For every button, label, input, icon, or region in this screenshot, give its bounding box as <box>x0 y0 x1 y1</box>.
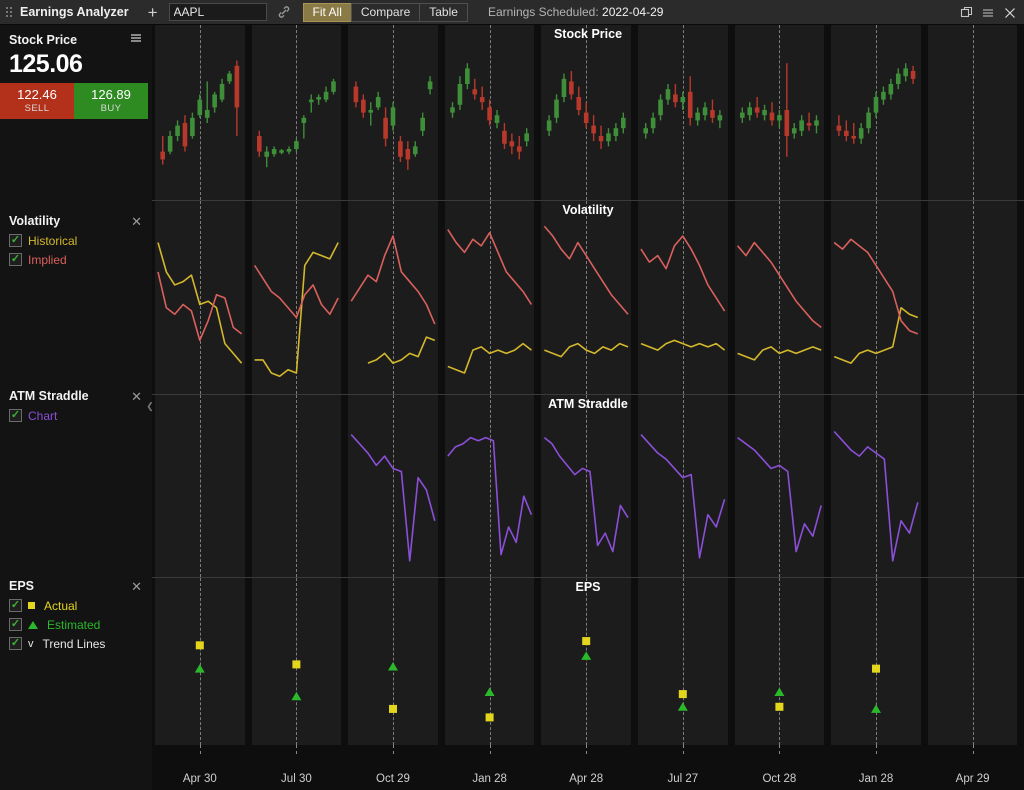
stock-price-header: Stock Price <box>0 25 152 51</box>
eps-close-icon[interactable]: ✕ <box>130 580 143 593</box>
title-bar: Earnings Analyzer + Fit All Compare Tabl… <box>0 0 1024 25</box>
legend-item-actual[interactable]: Actual <box>0 596 152 615</box>
legend-item-historical[interactable]: Historical <box>0 231 152 250</box>
add-panel-button[interactable]: + <box>139 4 167 21</box>
atm-straddle-title: ATM Straddle <box>9 389 89 403</box>
tab-table[interactable]: Table <box>419 3 468 22</box>
legend-item-estimated[interactable]: Estimated <box>0 615 152 634</box>
restore-window-icon[interactable] <box>956 0 976 25</box>
buy-label: BUY <box>101 103 122 114</box>
tab-compare[interactable]: Compare <box>351 3 419 22</box>
axis-label-date: Apr 29 <box>956 773 990 785</box>
sidebar-panel-stock-price: Stock Price 125.06 122.46 SELL 126.89 BU… <box>0 25 152 207</box>
tab-fit-all[interactable]: Fit All <box>303 3 351 22</box>
chevron-left-icon[interactable]: ❮ <box>146 398 154 414</box>
legend-label-chart: Chart <box>28 409 57 423</box>
chart-checkbox[interactable] <box>9 409 22 422</box>
trend-lines-checkbox[interactable] <box>9 637 22 650</box>
eps-header: EPS ✕ <box>0 572 152 596</box>
sell-label: SELL <box>25 103 50 114</box>
axis-label-date: Jan 28 <box>859 773 894 785</box>
axis-tick <box>973 745 974 754</box>
implied-checkbox[interactable] <box>9 253 22 266</box>
atm-straddle-header: ATM Straddle ✕ <box>0 382 152 406</box>
panel-volatility[interactable]: Volatility <box>152 201 1024 394</box>
sidebar-panel-eps: EPS ✕ Actual Estimated v Trend Lines <box>0 572 152 790</box>
close-window-icon[interactable] <box>1000 0 1020 25</box>
volatility-close-icon[interactable]: ✕ <box>130 215 143 228</box>
eps-title: EPS <box>9 579 34 593</box>
eps-markers <box>152 578 1024 745</box>
axis-tick <box>296 745 297 754</box>
bid-ask-buttons: 122.46 SELL 126.89 BUY <box>0 83 148 119</box>
axis-tick <box>200 745 201 754</box>
square-marker-icon <box>28 602 35 609</box>
chart-area: Stock Price Volatility ATM Straddle EPS … <box>152 25 1024 790</box>
triangle-marker-icon <box>28 621 38 629</box>
stock-price-candles <box>152 25 1024 200</box>
trendline-marker-icon: v <box>28 638 34 650</box>
atm-straddle-line <box>152 395 1024 577</box>
axis-tick <box>393 745 394 754</box>
legend-item-chart[interactable]: Chart <box>0 406 152 425</box>
earnings-analyzer-window: Earnings Analyzer + Fit All Compare Tabl… <box>0 0 1024 790</box>
view-tabs: Fit All Compare Table <box>303 3 468 22</box>
legend-label-trend-lines: Trend Lines <box>43 637 106 651</box>
volatility-lines <box>152 201 1024 394</box>
earnings-scheduled-date: 2022-04-29 <box>602 5 663 19</box>
buy-button[interactable]: 126.89 BUY <box>74 83 148 119</box>
axis-label-date: Oct 29 <box>376 773 410 785</box>
sidebar-panel-volatility: Volatility ✕ Historical Implied <box>0 207 152 382</box>
earnings-scheduled: Earnings Scheduled: 2022-04-29 <box>488 5 663 19</box>
panel-stock-price[interactable]: Stock Price <box>152 25 1024 200</box>
legend-label-implied: Implied <box>28 253 67 267</box>
sidebar-panel-atm-straddle: ATM Straddle ✕ Chart <box>0 382 152 572</box>
axis-label-date: Jul 30 <box>281 773 312 785</box>
volatility-header: Volatility ✕ <box>0 207 152 231</box>
page-title: Earnings Analyzer <box>20 5 129 19</box>
axis-label-date: Apr 30 <box>183 773 217 785</box>
legend-label-actual: Actual <box>44 599 77 613</box>
stock-price-title: Stock Price <box>9 33 77 47</box>
axis-tick <box>490 745 491 754</box>
axis-label-date: Oct 28 <box>762 773 796 785</box>
stock-price-value: 125.06 <box>0 51 152 83</box>
axis-tick <box>683 745 684 754</box>
legend-label-historical: Historical <box>28 234 77 248</box>
historical-checkbox[interactable] <box>9 234 22 247</box>
window-controls <box>956 0 1020 25</box>
sell-price: 122.46 <box>17 88 57 102</box>
sell-button[interactable]: 122.46 SELL <box>0 83 74 119</box>
legend-label-estimated: Estimated <box>47 618 100 632</box>
hamburger-menu-icon[interactable] <box>978 0 998 25</box>
atm-straddle-close-icon[interactable]: ✕ <box>130 390 143 403</box>
x-axis: Apr 30FQ2 20Jul 30FQ3 20Oct 29FQ4 20Jan … <box>152 745 1024 790</box>
sidebar: Stock Price 125.06 122.46 SELL 126.89 BU… <box>0 25 152 790</box>
axis-label-date: Jan 28 <box>472 773 507 785</box>
axis-label-date: Apr 28 <box>569 773 603 785</box>
buy-price: 126.89 <box>91 88 131 102</box>
axis-tick <box>779 745 780 754</box>
axis-label-date: Jul 27 <box>667 773 698 785</box>
link-chain-icon[interactable] <box>267 5 301 19</box>
panel-atm-straddle[interactable]: ATM Straddle <box>152 395 1024 577</box>
estimated-checkbox[interactable] <box>9 618 22 631</box>
actual-checkbox[interactable] <box>9 599 22 612</box>
axis-tick <box>586 745 587 754</box>
earnings-scheduled-label: Earnings Scheduled: <box>488 5 599 19</box>
drag-grip-icon[interactable] <box>0 0 16 25</box>
volatility-title: Volatility <box>9 214 60 228</box>
symbol-input[interactable] <box>169 3 267 21</box>
legend-item-trend-lines[interactable]: v Trend Lines <box>0 634 152 653</box>
panel-eps[interactable]: EPS <box>152 578 1024 745</box>
axis-tick <box>876 745 877 754</box>
stock-price-menu-icon[interactable] <box>129 32 143 48</box>
legend-item-implied[interactable]: Implied <box>0 250 152 269</box>
